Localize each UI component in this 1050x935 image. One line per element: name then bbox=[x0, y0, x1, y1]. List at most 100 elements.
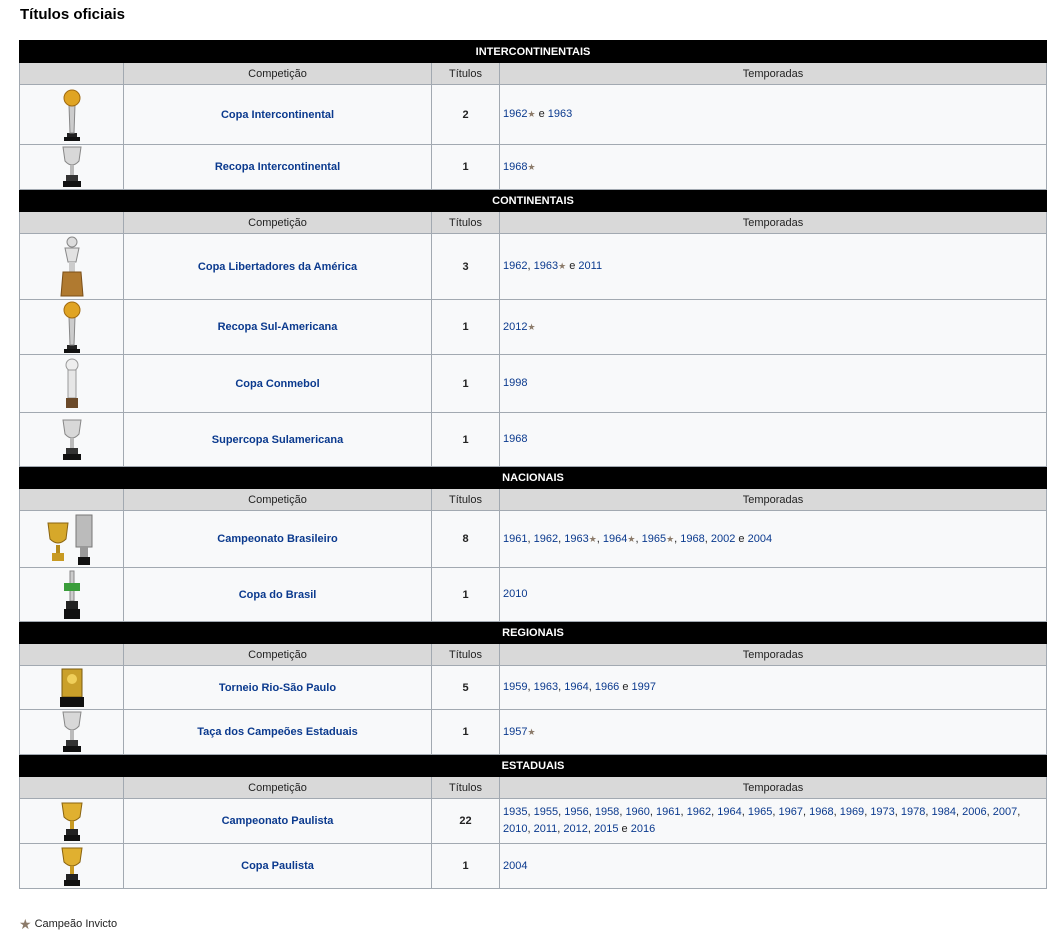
gold-ball-trophy-icon bbox=[58, 89, 86, 141]
season-link[interactable]: 1963 bbox=[548, 108, 572, 120]
star-icon: ★ bbox=[588, 533, 597, 544]
titles-count: 1 bbox=[431, 144, 500, 190]
trophy-cell bbox=[19, 510, 124, 568]
seasons-column-header: Temporadas bbox=[499, 62, 1047, 85]
seasons-cell: 1961, 1962, 1963★, 1964★, 1965★, 1968, 2… bbox=[499, 510, 1047, 568]
competition-link[interactable]: Copa Libertadores da América bbox=[198, 261, 357, 273]
season-link[interactable]: 2012 bbox=[563, 823, 587, 835]
season-link[interactable]: 1963 bbox=[534, 681, 558, 693]
season-link[interactable]: 1969 bbox=[840, 806, 864, 818]
seasons-column-header: Temporadas bbox=[499, 211, 1047, 234]
season-link[interactable]: 1963 bbox=[564, 533, 588, 545]
competition-link[interactable]: Copa Paulista bbox=[241, 860, 314, 872]
season-link[interactable]: 1957 bbox=[503, 726, 527, 738]
trophy-cell bbox=[19, 299, 124, 355]
titles-column-header: Títulos bbox=[431, 211, 500, 234]
season-link[interactable]: 1956 bbox=[564, 806, 588, 818]
trophy-cell bbox=[19, 567, 124, 622]
season-link[interactable]: 1963 bbox=[534, 260, 558, 272]
section-title: INTERCONTINENTAIS bbox=[19, 40, 1047, 63]
competition-cell: Recopa Intercontinental bbox=[123, 144, 432, 190]
table-row: Campeonato Paulista 22 1935, 1955, 1956, 1… bbox=[19, 798, 1047, 844]
season-link[interactable]: 1978 bbox=[901, 806, 925, 818]
competition-link[interactable]: Copa Conmebol bbox=[235, 378, 319, 390]
competition-link[interactable]: Campeonato Brasileiro bbox=[217, 533, 337, 545]
competition-link[interactable]: Supercopa Sulamericana bbox=[212, 434, 343, 446]
competition-link[interactable]: Campeonato Paulista bbox=[222, 815, 334, 827]
titles-count: 5 bbox=[431, 665, 500, 710]
icon-column-header bbox=[19, 488, 124, 511]
season-link[interactable]: 1973 bbox=[870, 806, 894, 818]
season-link[interactable]: 2004 bbox=[748, 533, 772, 545]
legend-text: Campeão Invicto bbox=[34, 918, 118, 930]
titles-count: 1 bbox=[431, 843, 500, 889]
season-link[interactable]: 1967 bbox=[778, 806, 802, 818]
season-link[interactable]: 1964 bbox=[603, 533, 627, 545]
silver-pillar-trophy-icon bbox=[60, 358, 84, 408]
section-header: CONTINENTAIS bbox=[19, 189, 1047, 212]
season-link[interactable]: 1964 bbox=[717, 806, 741, 818]
season-link[interactable]: 1968 bbox=[680, 533, 704, 545]
season-link[interactable]: 1935 bbox=[503, 806, 527, 818]
table-row: Copa Paulista 1 2004 bbox=[19, 843, 1047, 889]
brasileiro-trophies-icon bbox=[44, 514, 100, 565]
titles-count: 1 bbox=[431, 354, 500, 413]
season-link[interactable]: 2010 bbox=[503, 588, 527, 600]
table-row: Recopa Intercontinental 1 1968★ bbox=[19, 144, 1047, 190]
seasons-cell: 1998 bbox=[499, 354, 1047, 413]
competition-cell: Copa Paulista bbox=[123, 843, 432, 889]
season-link[interactable]: 1961 bbox=[656, 806, 680, 818]
section-title: REGIONAIS bbox=[19, 621, 1047, 644]
season-link[interactable]: 2002 bbox=[711, 533, 735, 545]
trophy-cell bbox=[19, 665, 124, 710]
season-link[interactable]: 1962 bbox=[503, 108, 527, 120]
season-link[interactable]: 1962 bbox=[503, 260, 527, 272]
season-link[interactable]: 2015 bbox=[594, 823, 618, 835]
season-link[interactable]: 2012 bbox=[503, 321, 527, 333]
season-link[interactable]: 1960 bbox=[625, 806, 649, 818]
competition-column-header: Competição bbox=[123, 488, 432, 511]
copa-do-brasil-trophy-icon bbox=[60, 570, 84, 619]
season-link[interactable]: 1966 bbox=[595, 681, 619, 693]
titles-count: 1 bbox=[431, 412, 500, 467]
season-link[interactable]: 1998 bbox=[503, 377, 527, 389]
competition-cell: Taça dos Campeões Estaduais bbox=[123, 709, 432, 755]
season-link[interactable]: 2011 bbox=[578, 260, 602, 272]
season-link[interactable]: 1955 bbox=[534, 806, 558, 818]
competition-link[interactable]: Copa Intercontinental bbox=[221, 109, 334, 121]
star-icon: ★ bbox=[558, 261, 567, 271]
titles-count: 1 bbox=[431, 709, 500, 755]
column-header-row: Competição Títulos Temporadas bbox=[19, 211, 1047, 234]
season-link[interactable]: 1968 bbox=[503, 433, 527, 445]
competition-link[interactable]: Recopa Sul-Americana bbox=[218, 321, 338, 333]
trophy-cell bbox=[19, 709, 124, 755]
season-link[interactable]: 1968 bbox=[809, 806, 833, 818]
season-link[interactable]: 1959 bbox=[503, 681, 527, 693]
competition-link[interactable]: Torneio Rio-São Paulo bbox=[219, 682, 336, 694]
season-link[interactable]: 1997 bbox=[632, 681, 656, 693]
season-link[interactable]: 2016 bbox=[631, 823, 655, 835]
season-link[interactable]: 2004 bbox=[503, 860, 527, 872]
season-link[interactable]: 1968 bbox=[503, 161, 527, 173]
season-link[interactable]: 1958 bbox=[595, 806, 619, 818]
titles-count: 2 bbox=[431, 84, 500, 145]
season-link[interactable]: 1965 bbox=[642, 533, 666, 545]
season-link[interactable]: 1962 bbox=[687, 806, 711, 818]
competition-link[interactable]: Taça dos Campeões Estaduais bbox=[197, 726, 358, 738]
column-header-row: Competição Títulos Temporadas bbox=[19, 488, 1047, 511]
season-link[interactable]: 2011 bbox=[534, 823, 558, 835]
season-link[interactable]: 1965 bbox=[748, 806, 772, 818]
section-title: CONTINENTAIS bbox=[19, 189, 1047, 212]
titles-count: 22 bbox=[431, 798, 500, 844]
competition-link[interactable]: Recopa Intercontinental bbox=[215, 161, 340, 173]
gold-cup-trophy-icon bbox=[58, 847, 86, 886]
season-link[interactable]: 2010 bbox=[503, 823, 527, 835]
season-link[interactable]: 2007 bbox=[993, 806, 1017, 818]
season-link[interactable]: 1961 bbox=[503, 533, 527, 545]
season-link[interactable]: 1964 bbox=[564, 681, 588, 693]
season-link[interactable]: 2006 bbox=[962, 806, 986, 818]
season-link[interactable]: 1984 bbox=[932, 806, 956, 818]
competition-link[interactable]: Copa do Brasil bbox=[239, 589, 317, 601]
competition-column-header: Competição bbox=[123, 643, 432, 666]
season-link[interactable]: 1962 bbox=[534, 533, 558, 545]
